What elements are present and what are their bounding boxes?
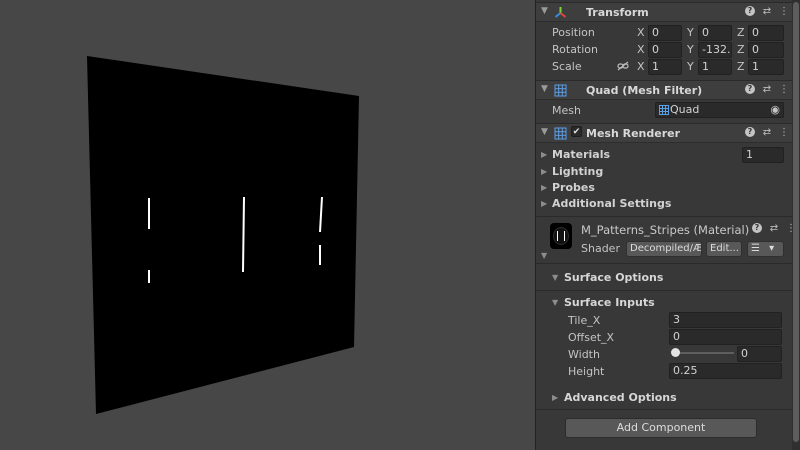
mesh-renderer-header[interactable]: ▼ ✔ Mesh Renderer ? ⇄ ⋮ xyxy=(536,123,793,143)
scale-label: Scale xyxy=(552,60,582,73)
fold-arrow-icon[interactable]: ▶ xyxy=(541,199,547,208)
position-x-axis[interactable]: X xyxy=(637,26,645,39)
divider xyxy=(536,290,793,291)
rotation-z-field[interactable]: 0 xyxy=(748,42,784,58)
position-z-axis[interactable]: Z xyxy=(737,26,745,39)
transform-header[interactable]: ▼ Transform ? ⇄ ⋮ xyxy=(536,2,793,22)
fold-arrow-icon[interactable]: ▼ xyxy=(541,251,547,260)
lighting-foldout[interactable]: Lighting xyxy=(552,165,603,178)
help-icon[interactable]: ? xyxy=(745,6,755,16)
inspector-scrollbar[interactable] xyxy=(792,0,800,450)
material-title: M_Patterns_Stripes (Material) xyxy=(581,223,750,237)
mesh-object-field[interactable]: Quad ◉ xyxy=(655,102,784,118)
more-menu-icon[interactable]: ⋮ xyxy=(779,84,789,95)
fold-arrow-icon[interactable]: ▼ xyxy=(541,6,548,16)
chevron-down-icon: ▾ xyxy=(769,243,775,254)
inspector-panel: ▼ Transform ? ⇄ ⋮ Position X 0 Y 0 Z 0 R… xyxy=(535,0,800,450)
offset-x-label: Offset_X xyxy=(568,331,615,344)
transform-axes-icon xyxy=(554,7,567,18)
mesh-renderer-title: Mesh Renderer xyxy=(586,127,681,140)
surface-inputs-foldout[interactable]: Surface Inputs xyxy=(564,296,655,309)
tile-x-label: Tile_X xyxy=(568,314,601,327)
enabled-checkbox[interactable]: ✔ xyxy=(571,126,582,137)
more-menu-icon[interactable]: ⋮ xyxy=(779,6,789,17)
mesh-filter-title: Quad (Mesh Filter) xyxy=(586,84,703,97)
divider xyxy=(536,409,793,410)
fold-arrow-icon[interactable]: ▶ xyxy=(552,393,558,402)
add-component-button[interactable]: Add Component xyxy=(565,418,757,438)
rotation-y-field[interactable]: -132.5 xyxy=(698,42,732,58)
tile-x-field[interactable]: 3 xyxy=(669,312,782,328)
presets-icon[interactable]: ⇄ xyxy=(762,127,772,138)
scrollbar-thumb[interactable] xyxy=(793,2,799,442)
advanced-options-foldout[interactable]: Advanced Options xyxy=(564,391,677,404)
material-options-button[interactable]: ☰ ▾ xyxy=(747,241,784,257)
material-preview-thumbnail[interactable] xyxy=(550,223,572,249)
fold-arrow-icon[interactable]: ▶ xyxy=(541,183,547,192)
rotation-y-axis[interactable]: Y xyxy=(687,43,694,56)
fold-arrow-icon[interactable]: ▼ xyxy=(541,84,548,94)
mesh-label: Mesh xyxy=(552,104,581,117)
fold-arrow-icon[interactable]: ▼ xyxy=(552,273,558,282)
scale-y-field[interactable]: 1 xyxy=(698,59,732,75)
width-label: Width xyxy=(568,348,600,361)
help-icon[interactable]: ? xyxy=(745,84,755,94)
shader-label: Shader xyxy=(581,242,620,255)
materials-foldout[interactable]: Materials xyxy=(552,148,610,161)
scale-x-field[interactable]: 1 xyxy=(648,59,682,75)
position-label: Position xyxy=(552,26,595,39)
position-y-axis[interactable]: Y xyxy=(687,26,694,39)
list-icon: ☰ xyxy=(751,243,760,254)
scene-canvas xyxy=(87,56,359,414)
mesh-filter-header[interactable]: ▼ Quad (Mesh Filter) ? ⇄ ⋮ xyxy=(536,80,793,100)
scene-viewport[interactable] xyxy=(0,0,535,450)
shader-dropdown[interactable]: Decompiled/Æ xyxy=(626,241,702,257)
offset-x-field[interactable]: 0 xyxy=(669,329,782,345)
position-z-field[interactable]: 0 xyxy=(748,25,784,41)
width-field[interactable]: 0 xyxy=(737,346,782,362)
more-menu-icon[interactable]: ⋮ xyxy=(779,127,789,138)
fold-arrow-icon[interactable]: ▶ xyxy=(541,150,547,159)
surface-options-foldout[interactable]: Surface Options xyxy=(564,271,663,284)
transform-title: Transform xyxy=(586,6,649,19)
probes-foldout[interactable]: Probes xyxy=(552,181,595,194)
width-slider-track[interactable] xyxy=(675,352,734,354)
mesh-grid-icon xyxy=(554,84,567,97)
scale-y-axis[interactable]: Y xyxy=(687,60,694,73)
fold-arrow-icon[interactable]: ▼ xyxy=(552,298,558,307)
presets-icon[interactable]: ⇄ xyxy=(762,6,772,17)
help-icon[interactable]: ? xyxy=(745,127,755,137)
edit-shader-button[interactable]: Edit... xyxy=(706,241,742,257)
height-field[interactable]: 0.25 xyxy=(669,363,782,379)
presets-icon[interactable]: ⇄ xyxy=(769,223,779,234)
fold-arrow-icon[interactable]: ▶ xyxy=(541,167,547,176)
object-picker-icon[interactable]: ◉ xyxy=(770,103,780,117)
rotation-x-field[interactable]: 0 xyxy=(648,42,682,58)
rotation-z-axis[interactable]: Z xyxy=(737,43,745,56)
height-label: Height xyxy=(568,365,605,378)
scale-x-axis[interactable]: X xyxy=(637,60,645,73)
fold-arrow-icon[interactable]: ▼ xyxy=(541,127,548,137)
presets-icon[interactable]: ⇄ xyxy=(762,84,772,95)
scale-z-axis[interactable]: Z xyxy=(737,60,745,73)
scale-z-field[interactable]: 1 xyxy=(748,59,784,75)
mesh-grid-icon xyxy=(659,105,669,115)
mesh-grid-icon xyxy=(554,127,567,140)
position-x-field[interactable]: 0 xyxy=(648,25,682,41)
rotation-label: Rotation xyxy=(552,43,599,56)
quad-mesh xyxy=(87,56,359,414)
help-icon[interactable]: ? xyxy=(752,223,762,233)
divider xyxy=(536,263,793,264)
mesh-value: Quad xyxy=(670,103,700,116)
materials-count-field[interactable]: 1 xyxy=(742,147,784,163)
divider xyxy=(536,216,793,217)
additional-settings-foldout[interactable]: Additional Settings xyxy=(552,197,671,210)
constrain-proportions-icon[interactable] xyxy=(617,61,629,71)
width-slider-thumb[interactable] xyxy=(671,348,680,357)
rotation-x-axis[interactable]: X xyxy=(637,43,645,56)
stripe-middle xyxy=(242,196,245,273)
position-y-field[interactable]: 0 xyxy=(698,25,732,41)
